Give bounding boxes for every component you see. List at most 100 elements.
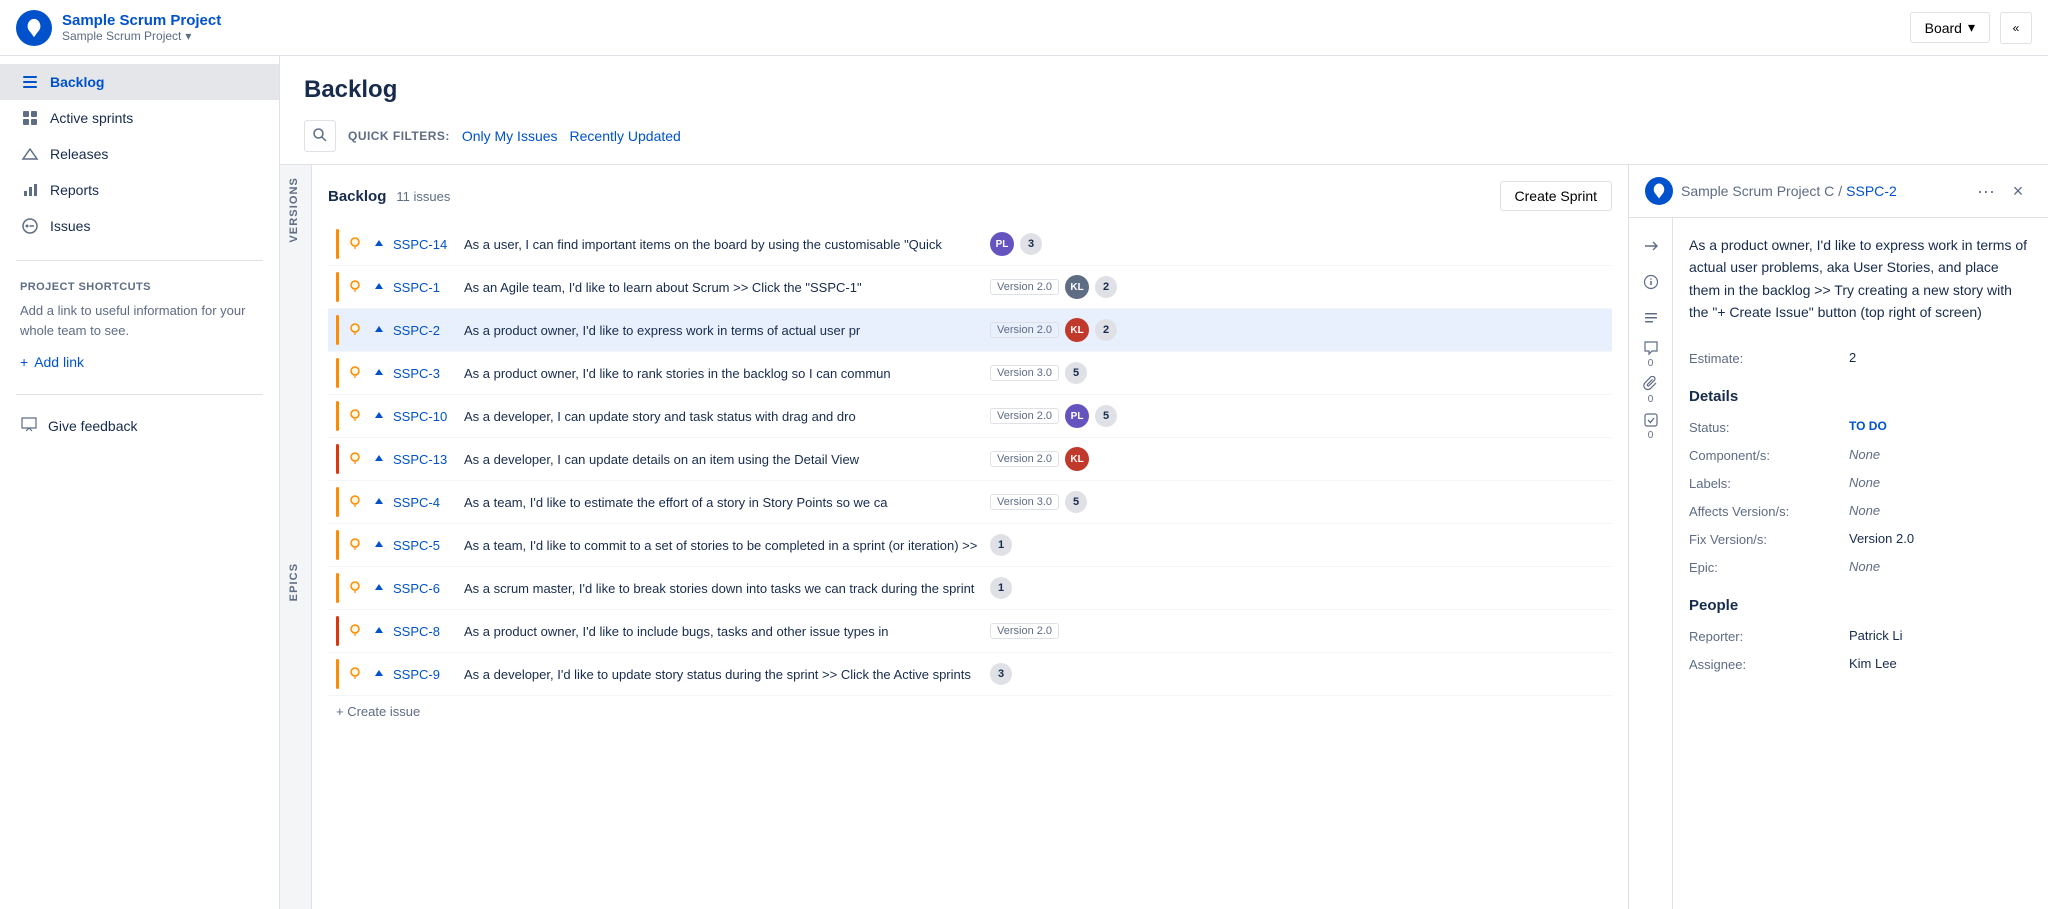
detail-actions: ··· ×: [1972, 177, 2032, 205]
avatar: PL: [990, 232, 1014, 256]
assignee-value: Kim Lee: [1849, 656, 2032, 671]
components-field: Component/s: None: [1689, 441, 2032, 469]
filter-recently-updated[interactable]: Recently Updated: [570, 128, 681, 144]
sidebar-item-active-sprints[interactable]: Active sprints: [0, 100, 279, 136]
detail-icon-link[interactable]: [1635, 230, 1667, 262]
quick-filters-label: QUICK FILTERS:: [348, 129, 450, 143]
more-options-button[interactable]: ···: [1972, 177, 2000, 205]
issue-row[interactable]: SSPC-10 As a developer, I can update stor…: [328, 395, 1612, 438]
labels-value: None: [1849, 475, 2032, 490]
epic-value: None: [1849, 559, 2032, 574]
chevron-down-icon: ▾: [185, 29, 191, 43]
epics-label[interactable]: EPICS: [280, 255, 311, 909]
version-badge: Version 2.0: [990, 623, 1059, 639]
story-type-icon: [345, 578, 365, 598]
issue-key[interactable]: SSPC-3: [393, 366, 458, 381]
issue-key[interactable]: SSPC-8: [393, 624, 458, 639]
issue-row[interactable]: SSPC-6As a scrum master, I'd like to bre…: [328, 567, 1612, 610]
priority-bar: [336, 659, 339, 689]
sidebar-item-backlog[interactable]: Backlog: [0, 64, 279, 100]
detail-logo: [1645, 177, 1673, 205]
affects-label: Affects Version/s:: [1689, 503, 1849, 519]
status-value: TO DO: [1849, 419, 2032, 433]
create-sprint-button[interactable]: Create Sprint: [1500, 181, 1612, 211]
detail-icon-comment[interactable]: 0: [1635, 338, 1667, 370]
collapse-button[interactable]: «: [2000, 12, 2032, 44]
detail-estimate-section: Estimate: 2: [1689, 344, 2032, 372]
list-icon: [20, 72, 40, 92]
issue-key[interactable]: SSPC-9: [393, 667, 458, 682]
main-content: Backlog QUICK FILTERS: Only My Issues Re…: [280, 56, 2048, 909]
issue-row[interactable]: SSPC-8As a product owner, I'd like to in…: [328, 610, 1612, 653]
detail-icon-check[interactable]: 0: [1635, 410, 1667, 442]
issue-list: SSPC-14As a user, I can find important i…: [328, 223, 1612, 696]
sidebar-item-issues[interactable]: Issues: [0, 208, 279, 244]
assignee-label: Assignee:: [1689, 656, 1849, 672]
issue-key[interactable]: SSPC-6: [393, 581, 458, 596]
project-name: Sample Scrum Project: [62, 12, 221, 29]
story-type-icon: [345, 406, 365, 426]
sidebar-item-label: Active sprints: [50, 110, 133, 126]
sidebar-item-label: Backlog: [50, 74, 104, 90]
priority-up-icon: [371, 494, 387, 510]
check-count: 0: [1648, 430, 1654, 441]
issue-row[interactable]: SSPC-13As a developer, I can update deta…: [328, 438, 1612, 481]
issue-row[interactable]: SSPC-4As a team, I'd like to estimate th…: [328, 481, 1612, 524]
subtask-count: 5: [1065, 491, 1087, 513]
board-button[interactable]: Board ▾: [1910, 12, 1990, 43]
issue-key[interactable]: SSPC-14: [393, 237, 458, 252]
sidebar-shortcuts: PROJECT SHORTCUTS Add a link to useful i…: [0, 269, 279, 386]
filter-my-issues[interactable]: Only My Issues: [462, 128, 558, 144]
story-type-icon: [345, 320, 365, 340]
priority-up-icon: [371, 451, 387, 467]
affects-field: Affects Version/s: None: [1689, 497, 2032, 525]
search-button[interactable]: [304, 120, 336, 152]
backlog-count: 11 issues: [396, 189, 450, 204]
issue-summary: As a developer, I can update story and t…: [464, 409, 984, 424]
issue-key[interactable]: SSPC-1: [393, 280, 458, 295]
story-type-icon: [345, 363, 365, 383]
sidebar-item-label: Reports: [50, 182, 99, 198]
create-issue-row[interactable]: + Create issue: [328, 696, 1612, 727]
issue-key[interactable]: SSPC-5: [393, 538, 458, 553]
status-label: Status:: [1689, 419, 1849, 435]
status-field: Status: TO DO: [1689, 413, 2032, 441]
estimate-label: Estimate:: [1689, 350, 1849, 366]
project-sub[interactable]: Sample Scrum Project ▾: [62, 29, 221, 43]
subtask-count: 2: [1095, 276, 1117, 298]
version-badge: Version 2.0: [990, 322, 1059, 338]
sidebar: Backlog Active sprints: [0, 56, 280, 909]
issue-row[interactable]: SSPC-5As a team, I'd like to commit to a…: [328, 524, 1612, 567]
feedback-button[interactable]: Give feedback: [0, 407, 279, 444]
close-button[interactable]: ×: [2004, 177, 2032, 205]
priority-up-icon: [371, 666, 387, 682]
subtask-count: 1: [990, 577, 1012, 599]
versions-label[interactable]: VERSIONS: [280, 165, 311, 255]
detail-side-icons: 0 0 0: [1629, 218, 1673, 909]
breadcrumb-issue-link[interactable]: SSPC-2: [1846, 183, 1897, 199]
issue-key[interactable]: SSPC-13: [393, 452, 458, 467]
issue-row[interactable]: SSPC-9As a developer, I'd like to update…: [328, 653, 1612, 696]
issue-key[interactable]: SSPC-10: [393, 409, 458, 424]
sidebar-item-releases[interactable]: Releases: [0, 136, 279, 172]
issue-row[interactable]: SSPC-1As an Agile team, I'd like to lear…: [328, 266, 1612, 309]
plus-icon: +: [20, 354, 28, 370]
issue-key[interactable]: SSPC-4: [393, 495, 458, 510]
detail-icon-description[interactable]: [1635, 302, 1667, 334]
detail-icon-info[interactable]: [1635, 266, 1667, 298]
app-body: Backlog Active sprints: [0, 56, 2048, 909]
priority-up-icon: [371, 537, 387, 553]
issue-key[interactable]: SSPC-2: [393, 323, 458, 338]
issues-icon: [20, 216, 40, 236]
avatar: PL: [1065, 404, 1089, 428]
issue-row[interactable]: SSPC-2As a product owner, I'd like to ex…: [328, 309, 1612, 352]
details-section-title: Details: [1689, 388, 2032, 405]
issue-row[interactable]: SSPC-14As a user, I can find important i…: [328, 223, 1612, 266]
backlog-list-container: Backlog 11 issues Create Sprint SSPC-14A…: [312, 165, 1628, 909]
sidebar-item-reports[interactable]: Reports: [0, 172, 279, 208]
detail-icon-attach[interactable]: 0: [1635, 374, 1667, 406]
issue-row[interactable]: SSPC-3As a product owner, I'd like to ra…: [328, 352, 1612, 395]
add-link-button[interactable]: + Add link: [20, 350, 259, 374]
priority-up-icon: [371, 322, 387, 338]
chart-icon: [20, 180, 40, 200]
